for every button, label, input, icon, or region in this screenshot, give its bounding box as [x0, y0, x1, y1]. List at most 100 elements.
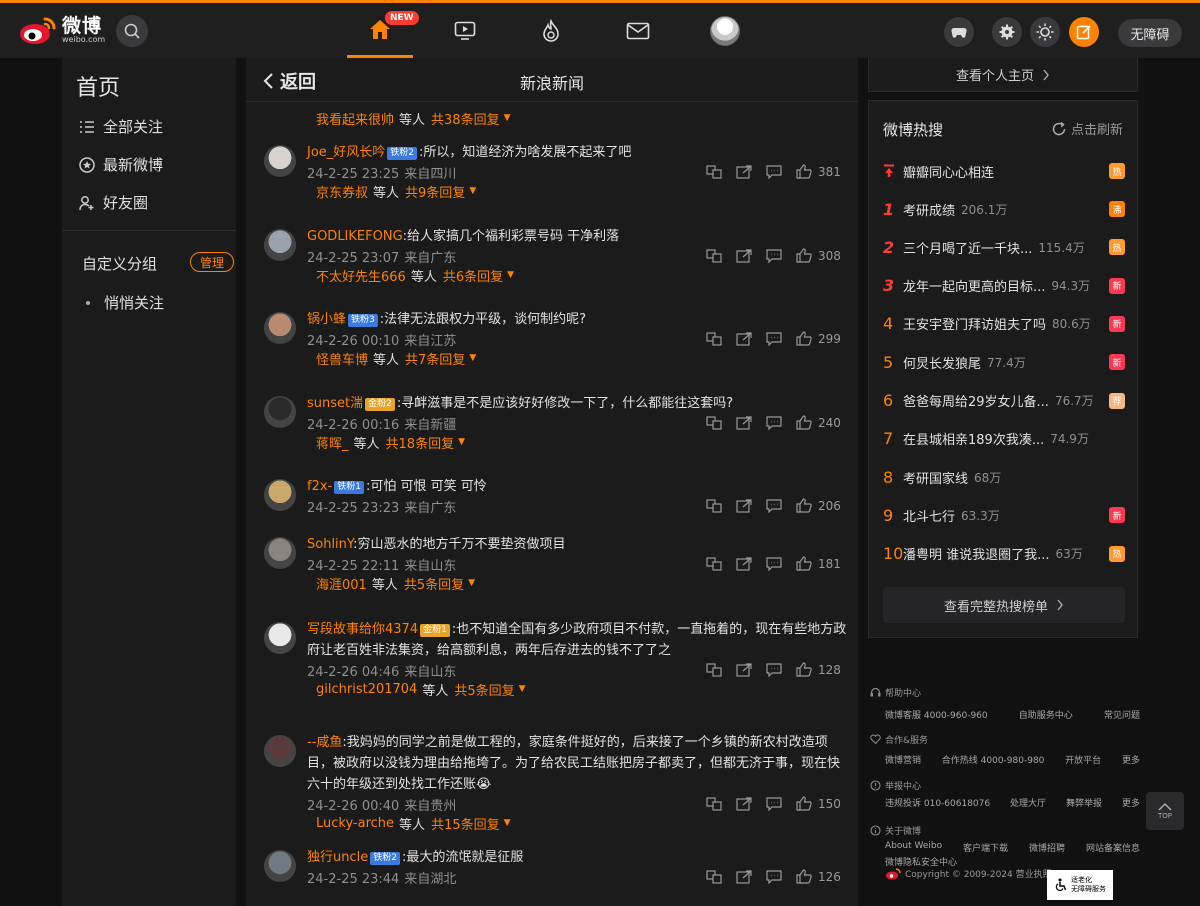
- reply-summary[interactable]: gilchrist201704 等人 共5条回复 ▼: [316, 679, 526, 699]
- hot-search-item[interactable]: 9 北斗七行 63.3万 新: [883, 504, 1125, 526]
- commenter-avatar[interactable]: [264, 312, 296, 344]
- nav-friends[interactable]: 好友圈: [79, 192, 148, 213]
- nav-all-follow[interactable]: 全部关注: [79, 116, 163, 137]
- translate-icon[interactable]: [706, 796, 722, 811]
- commenter-name[interactable]: 锅小蜂: [307, 312, 346, 327]
- like-icon[interactable]: [796, 662, 812, 677]
- hot-search-item[interactable]: 3 龙年一起向更高的目标... 94.3万 新: [883, 275, 1125, 297]
- commenter-name[interactable]: GODLIKEFONG: [307, 229, 403, 244]
- like-icon[interactable]: [796, 796, 812, 811]
- comment-icon[interactable]: [766, 331, 782, 346]
- reply-count[interactable]: 共18条回复: [386, 433, 455, 452]
- reply-count[interactable]: 共6条回复: [443, 266, 503, 285]
- share-icon[interactable]: [736, 415, 752, 430]
- reply-summary[interactable]: 京东券叔 等人 共9条回复 ▼: [316, 181, 476, 201]
- reply-user[interactable]: 我看起来很帅: [316, 109, 394, 128]
- theme-button[interactable]: [1030, 17, 1060, 47]
- weibo-logo[interactable]: 微博 weibo.com: [18, 13, 105, 47]
- translate-icon[interactable]: [706, 248, 722, 263]
- comment-icon[interactable]: [766, 164, 782, 179]
- like-icon[interactable]: [796, 415, 812, 430]
- compose-button[interactable]: [1069, 17, 1099, 47]
- nav-latest[interactable]: 最新微博: [79, 154, 163, 175]
- translate-icon[interactable]: [706, 164, 722, 179]
- reply-user[interactable]: gilchrist201704: [316, 682, 417, 697]
- comment-icon[interactable]: [766, 796, 782, 811]
- accessibility-button[interactable]: 无障碍: [1118, 19, 1182, 47]
- share-icon[interactable]: [736, 796, 752, 811]
- commenter-name[interactable]: Joe_好风长吟: [307, 145, 385, 160]
- reply-summary[interactable]: Lucky-arche 等人 共15条回复 ▼: [316, 813, 511, 833]
- commenter-name[interactable]: SohlinY: [307, 537, 353, 552]
- footer-link[interactable]: 开放平台: [1065, 753, 1101, 766]
- footer-link[interactable]: 自助服务中心: [1019, 708, 1073, 721]
- commenter-name[interactable]: 写段故事给你4374: [307, 622, 418, 637]
- hot-search-item[interactable]: 6 爸爸每周给29岁女儿备... 76.7万 荐: [883, 390, 1125, 412]
- translate-icon[interactable]: [706, 331, 722, 346]
- hot-search-item[interactable]: 2 三个月喝了近一千块... 115.4万 热: [883, 236, 1125, 258]
- reply-summary[interactable]: 海涯001 等人 共5条回复 ▼: [316, 573, 475, 593]
- share-icon[interactable]: [736, 498, 752, 513]
- like-icon[interactable]: [796, 556, 812, 571]
- hot-pinned[interactable]: 瓣瓣同心心相连 热: [883, 160, 1125, 182]
- translate-icon[interactable]: [706, 869, 722, 884]
- reply-user[interactable]: 海涯001: [316, 574, 367, 593]
- like-icon[interactable]: [796, 869, 812, 884]
- reply-summary[interactable]: 不太好先生666 等人 共6条回复 ▼: [316, 265, 514, 285]
- footer-link[interactable]: 舞弊举报: [1066, 796, 1102, 809]
- comment-icon[interactable]: [766, 415, 782, 430]
- reply-user[interactable]: 不太好先生666: [316, 266, 406, 285]
- share-icon[interactable]: [736, 331, 752, 346]
- hot-search-item[interactable]: 5 何炅长发狼尾 77.4万 新: [883, 351, 1125, 373]
- footer-link[interactable]: 微博客服 4000-960-960: [885, 708, 988, 721]
- nav-secret-follow[interactable]: 悄悄关注: [86, 292, 164, 313]
- commenter-name[interactable]: --咸鱼: [307, 735, 342, 750]
- translate-icon[interactable]: [706, 662, 722, 677]
- like-icon[interactable]: [796, 164, 812, 179]
- back-to-top-button[interactable]: TOP: [1146, 792, 1184, 830]
- footer-link[interactable]: 常见问题: [1104, 708, 1140, 721]
- reply-user[interactable]: 京东券叔: [316, 182, 368, 201]
- share-icon[interactable]: [736, 164, 752, 179]
- game-button[interactable]: [944, 17, 974, 47]
- translate-icon[interactable]: [706, 415, 722, 430]
- hot-search-item[interactable]: 1 考研成绩 206.1万 沸: [883, 198, 1125, 220]
- commenter-avatar[interactable]: [264, 537, 296, 569]
- share-icon[interactable]: [736, 556, 752, 571]
- elder-friendly-badge[interactable]: 适老化 无障碍服务: [1047, 870, 1113, 900]
- commenter-name[interactable]: sunset湍: [307, 396, 363, 411]
- commenter-avatar[interactable]: [264, 396, 296, 428]
- footer-link[interactable]: 处理大厅: [1010, 796, 1046, 809]
- hot-search-item[interactable]: 4 王安宇登门拜访姐夫了吗 80.6万 新: [883, 313, 1125, 335]
- reply-summary[interactable]: 蒋晖_ 等人 共18条回复 ▼: [316, 432, 465, 452]
- footer-link[interactable]: 违规投诉 010-60618076: [885, 796, 990, 809]
- like-icon[interactable]: [796, 248, 812, 263]
- reply-count[interactable]: 共15条回复: [431, 814, 500, 833]
- footer-link[interactable]: About Weibo: [885, 841, 942, 854]
- comment-icon[interactable]: [766, 869, 782, 884]
- reply-summary[interactable]: 怪兽车博 等人 共7条回复 ▼: [316, 348, 476, 368]
- translate-icon[interactable]: [706, 498, 722, 513]
- comment-icon[interactable]: [766, 556, 782, 571]
- commenter-avatar[interactable]: [264, 850, 296, 882]
- refresh-button[interactable]: 点击刷新: [1051, 119, 1123, 138]
- footer-link[interactable]: 网站备案信息: [1086, 841, 1140, 854]
- footer-link[interactable]: 更多: [1122, 796, 1140, 809]
- footer-link[interactable]: 微博招聘: [1029, 841, 1065, 854]
- search-button[interactable]: [116, 15, 148, 47]
- reply-user[interactable]: 怪兽车博: [316, 349, 368, 368]
- commenter-avatar[interactable]: [264, 622, 296, 654]
- tab-hot[interactable]: [518, 3, 584, 58]
- footer-link[interactable]: 合作热线 4000-980-980: [942, 753, 1045, 766]
- hot-search-item[interactable]: 10 潘粤明 谁说我退圈了我... 63万 热: [883, 543, 1125, 565]
- settings-button[interactable]: [992, 17, 1022, 47]
- tab-profile[interactable]: [692, 3, 758, 58]
- commenter-avatar[interactable]: [264, 479, 296, 511]
- reply-count[interactable]: 共9条回复: [405, 182, 465, 201]
- commenter-avatar[interactable]: [264, 735, 296, 767]
- tab-messages[interactable]: [605, 3, 671, 58]
- tab-home[interactable]: NEW: [347, 3, 419, 58]
- commenter-name[interactable]: f2x-: [307, 479, 332, 494]
- tab-video[interactable]: [432, 3, 498, 58]
- reply-user[interactable]: 蒋晖_: [316, 433, 349, 452]
